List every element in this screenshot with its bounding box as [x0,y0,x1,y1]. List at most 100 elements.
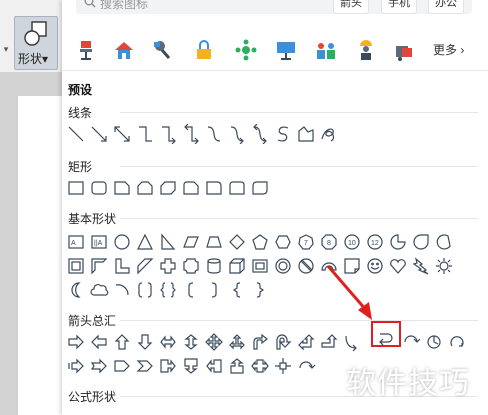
shape-snip-corner-rectangle[interactable] [112,178,132,198]
presentation-icon[interactable] [274,38,298,62]
lock-icon[interactable] [192,38,216,62]
shape-down-arrow-callout[interactable] [181,356,201,376]
shape-elbow-connector[interactable] [135,124,155,144]
shape-button[interactable]: 形状▾ [14,16,58,70]
shape-octagon[interactable]: 8 [319,232,339,252]
shape-line-arrow[interactable] [89,124,109,144]
shape-right-brace[interactable] [250,280,270,300]
shape-line-double-arrow[interactable] [112,124,132,144]
shape-curved-right-arrow[interactable] [342,332,362,352]
shape-teardrop[interactable] [411,232,431,252]
shape-left-arrow[interactable] [89,332,109,352]
shape-left-right-arrow[interactable] [158,332,178,352]
shape-round-corner-rectangle[interactable] [204,178,224,198]
shape-dodecagon[interactable]: 12 [365,232,385,252]
shape-heart[interactable] [388,256,408,276]
shape-plus[interactable] [158,256,178,276]
shape-curved-up-arrow[interactable] [401,332,421,352]
shape-left-brace[interactable] [227,280,247,300]
people-icon[interactable] [314,38,338,62]
shape-freeform[interactable] [296,124,316,144]
shape-half-frame[interactable] [89,256,109,276]
shape-left-right-arrow-callout[interactable] [250,356,270,376]
shape-quad-arrow[interactable] [204,332,224,352]
shape-double-brace[interactable] [158,280,178,300]
shape-can[interactable] [204,256,224,276]
shape-u-turn-arrow[interactable] [273,332,293,352]
shape-down-arrow[interactable] [135,332,155,352]
shape-diamond[interactable] [227,232,247,252]
shape-left-arrow-callout[interactable] [204,356,224,376]
shape-hexagon[interactable] [273,232,293,252]
shape-bevel[interactable] [250,256,270,276]
shape-cube[interactable] [227,256,247,276]
shape-no-symbol[interactable] [296,256,316,276]
shape-right-triangle[interactable] [158,232,178,252]
chip-office[interactable]: 办公 [428,0,464,14]
shape-moon[interactable] [66,280,86,300]
shape-bent-arrow[interactable] [250,332,270,352]
shape-triangle[interactable] [135,232,155,252]
shape-plaque[interactable] [181,256,201,276]
shape-line[interactable] [66,124,86,144]
shape-up-down-arrow[interactable] [181,332,201,352]
toolbar-dropdown-arrow[interactable]: ▾ [0,40,12,58]
shape-curve-arrow[interactable] [227,124,247,144]
shape-striped-right-arrow[interactable] [66,356,86,376]
shape-left-right-up-arrow[interactable] [227,332,247,352]
shape-circular-arrow-2[interactable] [296,356,316,376]
shape-circular-arrow[interactable] [447,332,467,352]
shape-pentagon-arrow[interactable] [112,356,132,376]
shape-rounded-rectangle[interactable] [89,178,109,198]
shape-elbow-arrow[interactable] [158,124,178,144]
shape-left-bracket[interactable] [181,280,201,300]
shape-heptagon[interactable]: 7 [296,232,316,252]
shape-cloud[interactable] [89,280,109,300]
shape-donut[interactable] [273,256,293,276]
shape-parallelogram[interactable] [181,232,201,252]
shape-up-arrow-callout[interactable] [227,356,247,376]
shape-curved-down-arrow[interactable] [424,332,444,352]
shape-right-arrow[interactable] [66,332,86,352]
shape-round-same-side-rectangle[interactable] [227,178,247,198]
network-icon[interactable] [234,38,258,62]
shape-bent-up-arrow[interactable] [319,332,339,352]
shape-pie[interactable] [388,232,408,252]
chair-icon[interactable] [74,38,98,62]
shape-decagon[interactable]: 10 [342,232,362,252]
shape-right-arrow-callout[interactable] [158,356,178,376]
shape-snip-round-rectangle[interactable] [181,178,201,198]
shape-frame-chord[interactable] [434,232,454,252]
shape-diagonal-stripe[interactable] [135,256,155,276]
shape-scribble[interactable] [319,124,339,144]
shape-frame[interactable] [66,256,86,276]
shape-up-arrow[interactable] [112,332,132,352]
worker-icon[interactable] [354,38,378,62]
shape-round-diagonal-rectangle[interactable] [250,178,270,198]
shape-pentagon[interactable] [250,232,270,252]
shape-arc[interactable] [112,280,132,300]
delivery-box-icon[interactable] [392,38,416,62]
shape-sun[interactable] [434,256,454,276]
pin-icon[interactable] [150,38,174,62]
chip-arrows[interactable]: 箭头 [333,0,369,14]
shape-double-bracket[interactable] [135,280,155,300]
shape-left-up-arrow[interactable] [296,332,316,352]
shape-snip-same-side-rectangle[interactable] [135,178,155,198]
shape-rectangle[interactable] [66,178,86,198]
shape-snip-diagonal-rectangle[interactable] [158,178,178,198]
more-link[interactable]: 更多 › [433,41,464,58]
shape-vertical-text-box[interactable]: ||A [89,232,109,252]
shape-curve-connector[interactable] [204,124,224,144]
house-icon[interactable] [112,38,136,62]
shape-curve[interactable] [273,124,293,144]
shape-chevron[interactable] [135,356,155,376]
shape-trapezoid[interactable] [204,232,224,252]
shape-notched-right-arrow[interactable] [89,356,109,376]
shape-curve-double-arrow[interactable] [250,124,270,144]
shape-l-shape[interactable] [112,256,132,276]
chip-phone[interactable]: 手机 [381,0,417,14]
shape-quad-arrow-callout[interactable] [273,356,293,376]
shape-oval[interactable] [112,232,132,252]
shape-lightning-bolt[interactable] [411,256,431,276]
